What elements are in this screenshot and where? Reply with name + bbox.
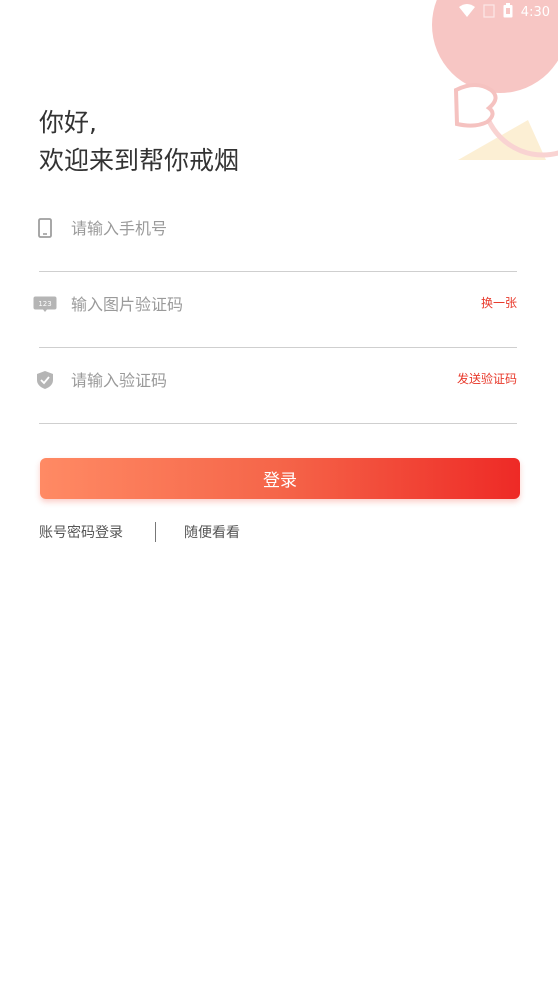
decorative-illustration — [432, 0, 558, 160]
sms-code-field-row: 发送验证码 — [37, 348, 517, 424]
greeting-line-1: 你好, — [39, 108, 97, 137]
captcha-input[interactable] — [69, 288, 403, 320]
signal-icon — [483, 3, 495, 22]
phone-input[interactable] — [69, 212, 403, 244]
greeting: 你好, 欢迎来到帮你戒烟 — [39, 104, 239, 180]
wifi-icon — [458, 3, 475, 22]
shield-check-icon — [33, 368, 57, 392]
status-time: 4:30 — [520, 4, 550, 20]
captcha-field-row: 123 换一张 — [33, 272, 517, 348]
phone-field-row — [38, 196, 517, 272]
svg-text:123: 123 — [38, 300, 51, 308]
login-button[interactable]: 登录 — [40, 458, 520, 499]
send-code-link[interactable]: 发送验证码 — [457, 370, 517, 387]
status-bar: 4:30 — [0, 0, 558, 24]
password-login-link[interactable]: 账号密码登录 — [39, 522, 123, 542]
alt-links: 账号密码登录 随便看看 — [39, 520, 240, 544]
battery-icon — [503, 2, 513, 22]
refresh-captcha-link[interactable]: 换一张 — [481, 294, 517, 311]
captcha-123-icon: 123 — [33, 292, 57, 316]
phone-icon — [33, 216, 57, 240]
links-divider — [155, 522, 156, 542]
browse-link[interactable]: 随便看看 — [184, 522, 240, 542]
greeting-line-2: 欢迎来到帮你戒烟 — [39, 146, 240, 175]
sms-code-input[interactable] — [69, 364, 403, 396]
